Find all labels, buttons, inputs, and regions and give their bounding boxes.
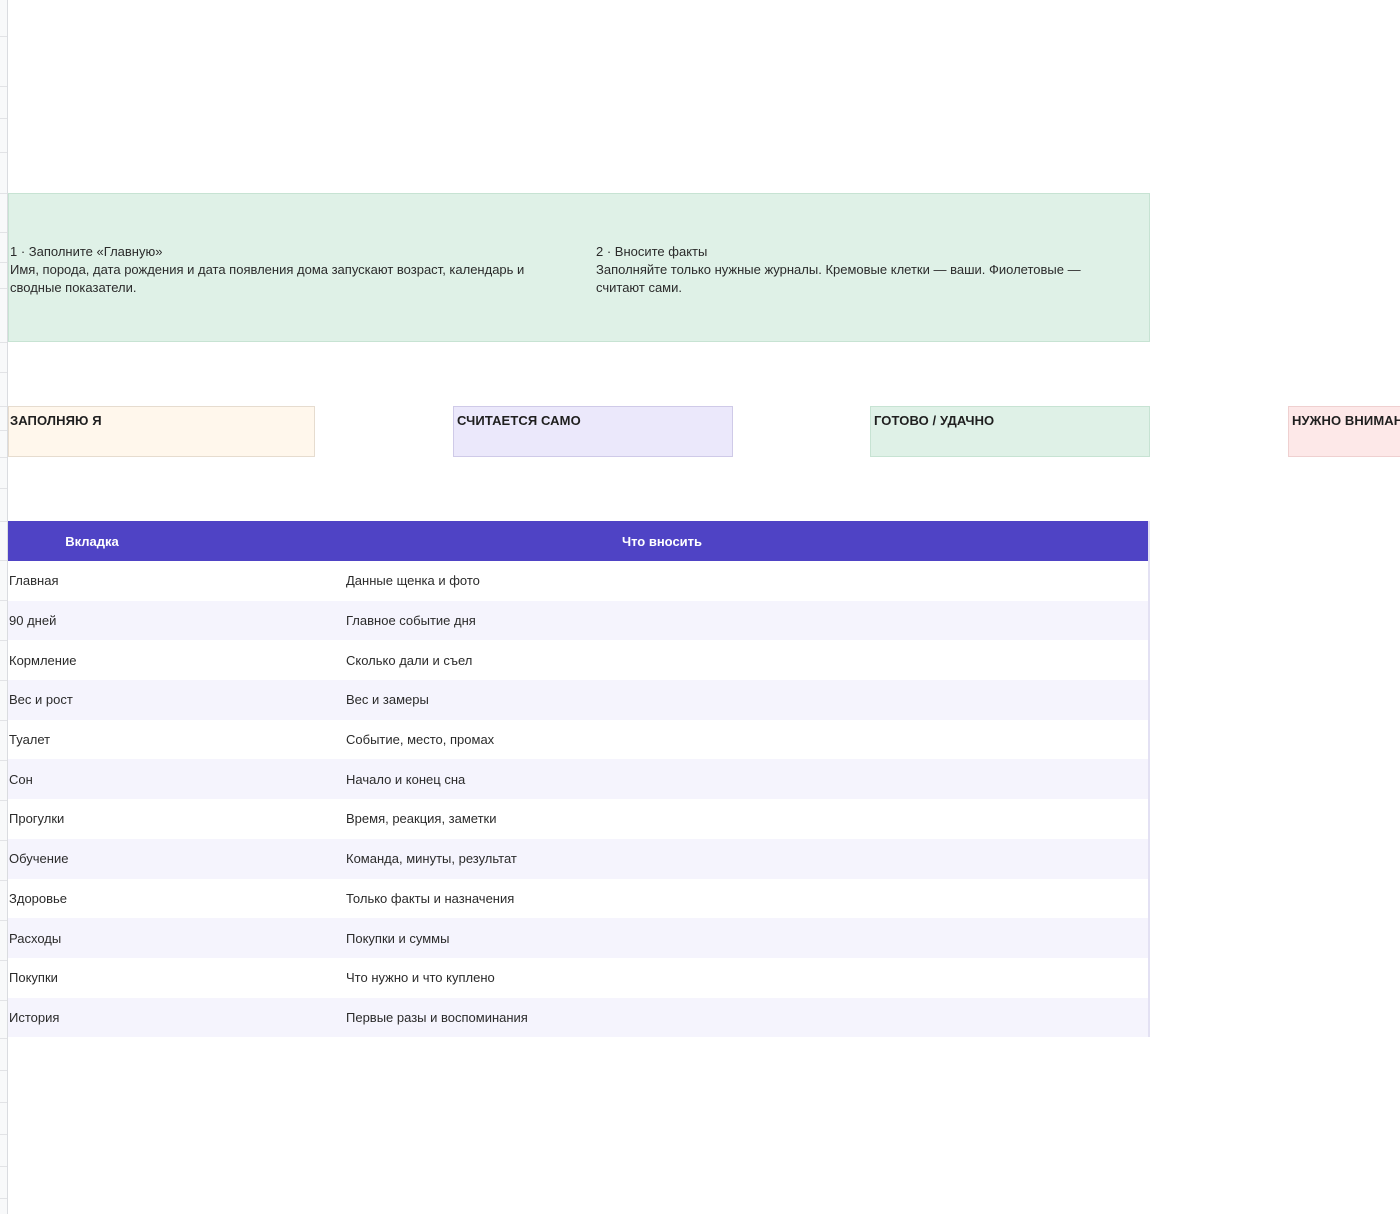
row-separator <box>0 1000 7 1001</box>
table-row: Здоровье Только факты и назначения <box>8 879 1149 919</box>
row-separator <box>0 560 7 561</box>
row-separator <box>0 1070 7 1071</box>
tab-name-cell[interactable]: Главная <box>8 561 176 601</box>
row-separator <box>0 600 7 601</box>
tab-description-cell[interactable]: Только факты и назначения <box>176 879 1149 919</box>
row-separator <box>0 118 7 119</box>
tab-description-cell[interactable]: Главное событие дня <box>176 600 1149 641</box>
step-2-block: 2 · Вносите факты Заполняйте только нужн… <box>596 243 1126 297</box>
header-tab[interactable]: Вкладка <box>8 521 176 561</box>
row-separator <box>0 521 7 522</box>
tab-description-cell[interactable]: Начало и конец сна <box>176 759 1149 800</box>
row-separator <box>0 36 7 37</box>
tab-name-cell[interactable]: Туалет <box>8 720 176 760</box>
table-row: Вес и рост Вес и замеры <box>8 680 1149 720</box>
tab-name-cell[interactable]: Расходы <box>8 918 176 958</box>
table-row: История Первые разы и воспоминания <box>8 997 1149 1038</box>
row-separator <box>0 1038 7 1039</box>
tab-description-cell[interactable]: Покупки и суммы <box>176 918 1149 958</box>
row-separator <box>0 960 7 961</box>
row-separator <box>0 430 7 431</box>
table-row: Прогулки Время, реакция, заметки <box>8 799 1149 839</box>
row-separator <box>0 920 7 921</box>
tab-name-cell[interactable]: 90 дней <box>8 600 176 641</box>
table-row: Туалет Событие, место, промах <box>8 720 1149 760</box>
table-row: Кормление Сколько дали и съел <box>8 640 1149 680</box>
legend-attention-chip[interactable]: НУЖНО ВНИМАНИЕ <box>1288 406 1400 457</box>
row-separator <box>0 1134 7 1135</box>
row-separator <box>0 193 7 194</box>
table-row: Покупки Что нужно и что куплено <box>8 958 1149 998</box>
row-separator <box>0 640 7 641</box>
tab-name-cell[interactable]: Покупки <box>8 958 176 998</box>
row-separator <box>0 1166 7 1167</box>
tab-name-cell[interactable]: Сон <box>8 759 176 800</box>
tab-name-cell[interactable]: Обучение <box>8 838 176 879</box>
table-row: 90 дней Главное событие дня <box>8 600 1149 641</box>
tab-description-cell[interactable]: Данные щенка и фото <box>176 561 1149 601</box>
row-separator <box>0 720 7 721</box>
table-row: Расходы Покупки и суммы <box>8 918 1149 958</box>
tab-description-cell[interactable]: Событие, место, промах <box>176 720 1149 760</box>
tab-description-cell[interactable]: Что нужно и что куплено <box>176 958 1149 998</box>
step-1-text: Имя, порода, дата рождения и дата появле… <box>10 262 525 295</box>
step-1-block: 1 · Заполните «Главную» Имя, порода, дат… <box>10 243 570 297</box>
row-separator <box>0 880 7 881</box>
row-separator <box>0 457 7 458</box>
tab-name-cell[interactable]: История <box>8 997 176 1038</box>
instructions-band[interactable]: 1 · Заполните «Главную» Имя, порода, дат… <box>8 193 1150 342</box>
table-row: Сон Начало и конец сна <box>8 759 1149 800</box>
table-header-row: Вкладка Что вносить <box>8 521 1149 561</box>
row-separator <box>0 800 7 801</box>
tab-name-cell[interactable]: Вес и рост <box>8 680 176 720</box>
row-separator <box>0 372 7 373</box>
tab-description-cell[interactable]: Первые разы и воспоминания <box>176 997 1149 1038</box>
row-separator <box>0 232 7 233</box>
row-separator <box>0 152 7 153</box>
tabs-table: Вкладка Что вносить Главная Данные щенка… <box>8 521 1150 1038</box>
row-separator <box>0 342 7 343</box>
legend-fill-chip[interactable]: ЗАПОЛНЯЮ Я <box>8 406 315 457</box>
tab-description-cell[interactable]: Время, реакция, заметки <box>176 799 1149 839</box>
row-separator <box>0 1102 7 1103</box>
row-separator <box>0 1198 7 1199</box>
step-1-title: 1 · Заполните «Главную» <box>10 244 163 259</box>
tab-description-cell[interactable]: Сколько дали и съел <box>176 640 1149 680</box>
tab-name-cell[interactable]: Кормление <box>8 640 176 680</box>
header-what-to-enter[interactable]: Что вносить <box>176 521 1149 561</box>
step-2-text: Заполняйте только нужные журналы. Кремов… <box>596 262 1081 295</box>
row-separator <box>0 680 7 681</box>
row-separator <box>0 406 7 407</box>
row-separator <box>0 840 7 841</box>
table-row: Обучение Команда, минуты, результат <box>8 838 1149 879</box>
row-separator <box>0 262 7 263</box>
row-separator <box>0 288 7 289</box>
spreadsheet-sheet: 1 · Заполните «Главную» Имя, порода, дат… <box>0 0 1400 1214</box>
legend-auto-chip[interactable]: СЧИТАЕТСЯ САМО <box>453 406 733 457</box>
row-separator <box>0 86 7 87</box>
row-header-gutter[interactable] <box>0 0 8 1214</box>
tab-description-cell[interactable]: Вес и замеры <box>176 680 1149 720</box>
row-separator <box>0 488 7 489</box>
step-2-title: 2 · Вносите факты <box>596 244 708 259</box>
tab-name-cell[interactable]: Прогулки <box>8 799 176 839</box>
legend-done-chip[interactable]: ГОТОВО / УДАЧНО <box>870 406 1150 457</box>
row-separator <box>0 760 7 761</box>
table-row: Главная Данные щенка и фото <box>8 561 1149 601</box>
tab-name-cell[interactable]: Здоровье <box>8 879 176 919</box>
tab-description-cell[interactable]: Команда, минуты, результат <box>176 838 1149 879</box>
